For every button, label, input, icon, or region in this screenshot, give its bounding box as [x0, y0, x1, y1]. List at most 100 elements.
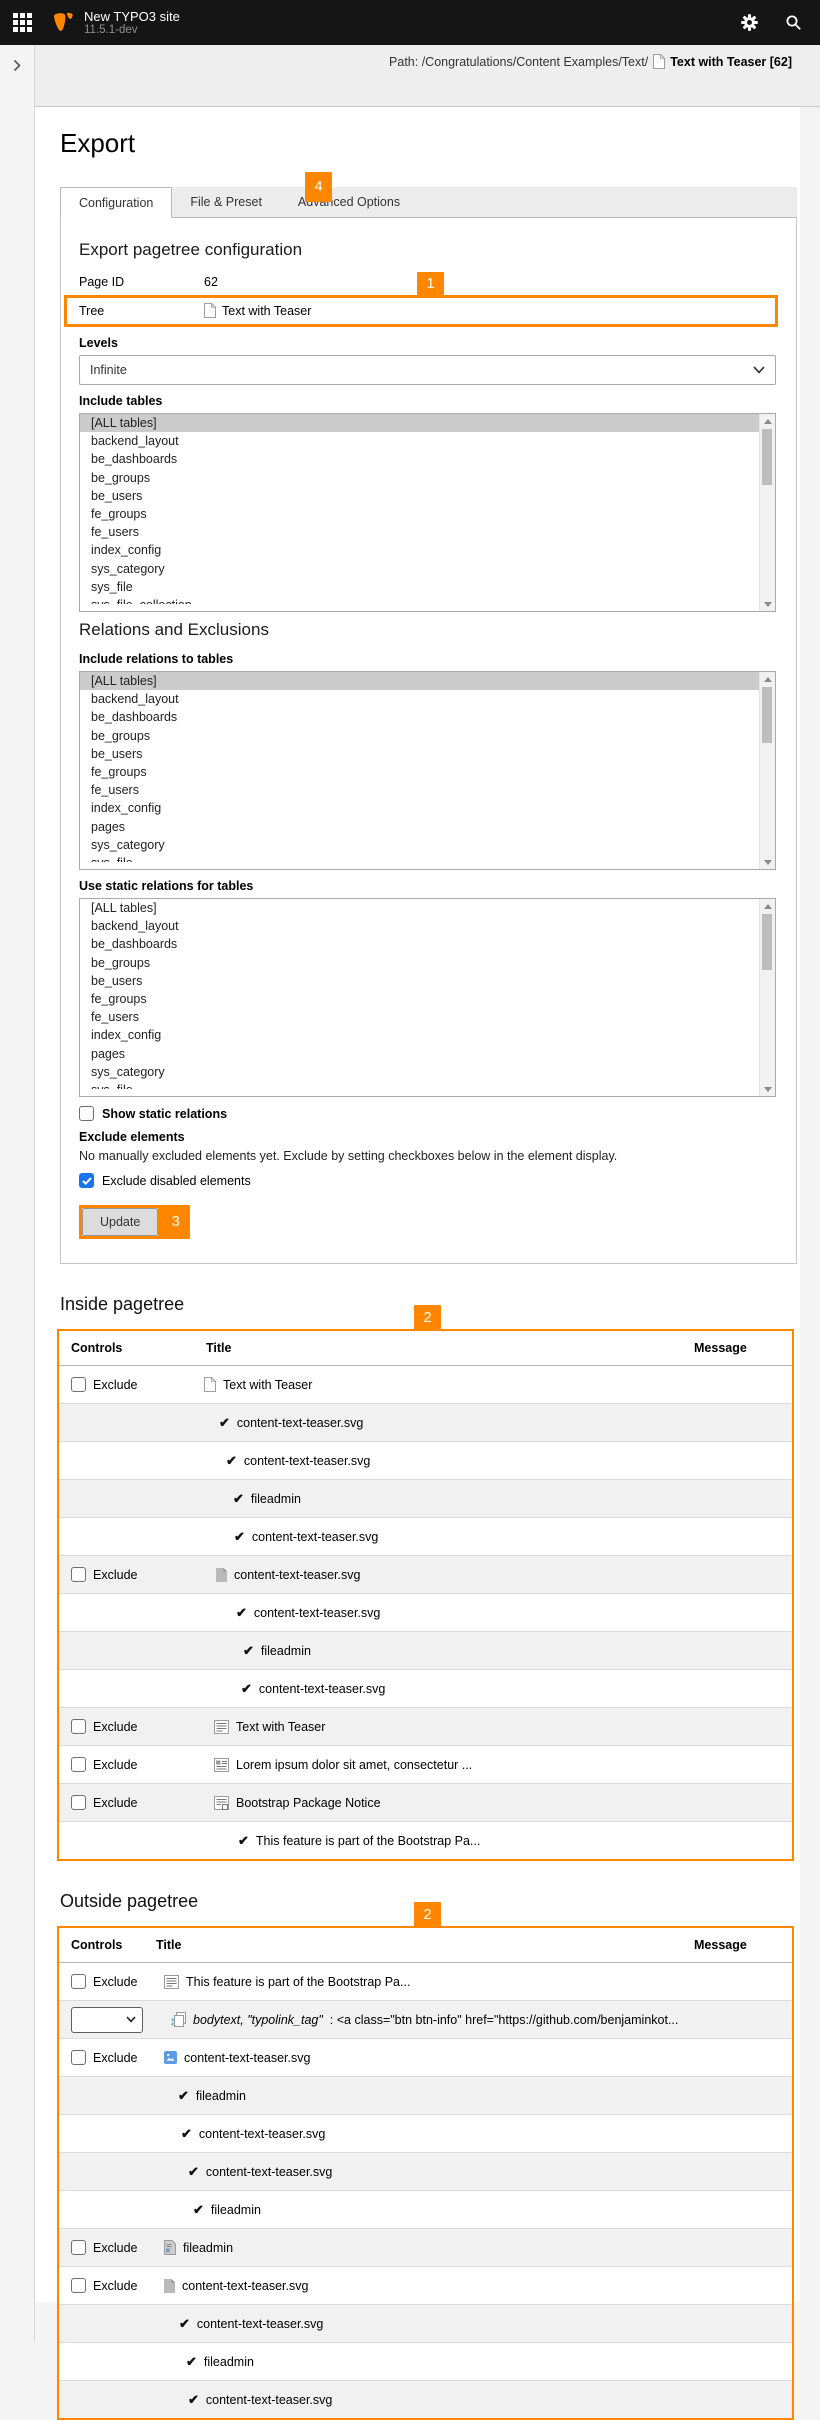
table-option[interactable]: backend_layout [80, 690, 760, 708]
check-icon: ✔ [236, 1605, 247, 1621]
include-tables-listbox[interactable]: [ALL tables]backend_layoutbe_dashboardsb… [79, 413, 776, 612]
table-option[interactable]: [ALL tables] [80, 672, 760, 690]
row-title-italic: bodytext, "typolink_tag" [193, 2013, 323, 2027]
row-title: ✔fileadmin [144, 2088, 682, 2104]
message-cell [682, 1366, 792, 1404]
tab-advanced-options[interactable]: Advanced Options [280, 187, 418, 217]
table-option[interactable]: fe_groups [80, 505, 760, 523]
table-option[interactable]: pages [80, 1045, 760, 1063]
table-option[interactable]: fe_groups [80, 763, 760, 781]
pagetree-collapse-rail[interactable] [0, 45, 35, 2342]
typo3-version: 11.5.1-dev [84, 24, 180, 37]
exclude-checkbox[interactable] [71, 2050, 86, 2065]
table-option[interactable]: sys_category [80, 1063, 760, 1081]
tab-file-preset[interactable]: File & Preset [172, 187, 280, 217]
exclude-label: Exclude [93, 1720, 137, 1734]
annotation-badge-1: 1 [417, 272, 444, 295]
message-cell [682, 1404, 792, 1442]
title-cell: ✔content-text-teaser.svg [194, 1594, 682, 1632]
table-option[interactable]: index_config [80, 541, 760, 559]
exclude-checkbox[interactable] [71, 1974, 86, 1989]
table-option[interactable]: sys_category [80, 560, 760, 578]
scrollbar-thumb[interactable] [762, 429, 772, 485]
exclude-checkbox[interactable] [71, 1719, 86, 1734]
title-cell: ✔content-text-teaser.svg [194, 1404, 682, 1442]
exclude-control: Exclude [59, 2050, 144, 2065]
table-option[interactable]: fe_users [80, 1008, 760, 1026]
vertical-scrollbar[interactable] [759, 899, 775, 1096]
scroll-down-arrow[interactable] [760, 1082, 775, 1096]
include-relations-listbox[interactable]: [ALL tables]backend_layoutbe_dashboardsb… [79, 671, 776, 870]
controls-cell: Exclude [59, 1708, 194, 1746]
update-button[interactable]: Update [82, 1208, 158, 1236]
table-option[interactable]: fe_users [80, 523, 760, 541]
table-option[interactable]: backend_layout [80, 432, 760, 450]
outside-pagetree-table: 2 ControlsTitleMessageExcludeThis featur… [57, 1926, 794, 2420]
table-option[interactable]: be_dashboards [80, 450, 760, 468]
scroll-down-arrow[interactable] [760, 855, 775, 869]
table-option[interactable]: be_groups [80, 727, 760, 745]
table-option[interactable]: be_groups [80, 954, 760, 972]
exclude-checkbox[interactable] [71, 1567, 86, 1582]
table-option[interactable]: be_dashboards [80, 708, 760, 726]
table-option[interactable]: sys_category [80, 836, 760, 854]
controls-cell [59, 2343, 144, 2381]
table-option[interactable]: be_users [80, 972, 760, 990]
ce-textpic-icon [214, 1758, 229, 1772]
scroll-up-arrow[interactable] [760, 672, 775, 686]
table-option[interactable]: be_users [80, 745, 760, 763]
message-cell [682, 1442, 792, 1480]
scroll-down-arrow[interactable] [760, 597, 775, 611]
vertical-scrollbar[interactable] [759, 414, 775, 611]
exclude-checkbox[interactable] [71, 1377, 86, 1392]
chevron-right-icon [13, 59, 21, 75]
search-button[interactable] [776, 0, 810, 45]
typo3-brand[interactable]: New TYPO3 site 11.5.1-dev [51, 9, 180, 37]
message-cell [682, 1480, 792, 1518]
title-header: Title [144, 1928, 682, 1963]
row-title: Bootstrap Package Notice [194, 1796, 682, 1810]
exclude-checkbox[interactable] [71, 2278, 86, 2293]
title-cell: ✔fileadmin [194, 1632, 682, 1670]
table-option[interactable]: sys_file [80, 578, 760, 596]
exclude-disabled-checkbox[interactable] [79, 1173, 94, 1188]
vertical-scrollbar[interactable] [759, 672, 775, 869]
exclude-checkbox[interactable] [71, 1795, 86, 1810]
table-row: ExcludeBootstrap Package Notice [59, 1784, 792, 1822]
table-option[interactable]: be_groups [80, 469, 760, 487]
scrollbar-thumb[interactable] [762, 687, 772, 743]
table-option[interactable]: backend_layout [80, 917, 760, 935]
scrollbar-thumb[interactable] [762, 914, 772, 970]
relation-action-select[interactable] [71, 2007, 143, 2033]
show-static-relations-checkbox[interactable] [79, 1106, 94, 1121]
message-cell [682, 2381, 792, 2419]
page-icon [653, 54, 665, 69]
table-option[interactable]: index_config [80, 1026, 760, 1044]
table-option[interactable]: fe_users [80, 781, 760, 799]
settings-button[interactable] [732, 0, 766, 45]
scroll-up-arrow[interactable] [760, 899, 775, 913]
message-cell [682, 1746, 792, 1784]
title-cell: content-text-teaser.svg [194, 1556, 682, 1594]
triangle-up-icon [764, 904, 772, 909]
controls-cell: Exclude [59, 2267, 144, 2305]
levels-select[interactable]: Infinite [79, 355, 776, 385]
table-option[interactable]: [ALL tables] [80, 414, 760, 432]
exclude-checkbox[interactable] [71, 1757, 86, 1772]
table-option[interactable]: be_dashboards [80, 935, 760, 953]
table-option[interactable]: index_config [80, 799, 760, 817]
static-relations-listbox[interactable]: [ALL tables]backend_layoutbe_dashboardsb… [79, 898, 776, 1097]
table-option[interactable]: [ALL tables] [80, 899, 760, 917]
scroll-up-arrow[interactable] [760, 414, 775, 428]
exclude-checkbox[interactable] [71, 2240, 86, 2255]
module-menu-button[interactable] [0, 0, 45, 45]
tab-configuration[interactable]: Configuration [60, 187, 172, 218]
row-title-text: fileadmin [261, 1644, 311, 1658]
table-option[interactable]: be_users [80, 487, 760, 505]
table-option[interactable]: pages [80, 818, 760, 836]
table-row: ✔fileadmin [59, 1480, 792, 1518]
row-title: ✔content-text-teaser.svg [144, 2392, 682, 2408]
row-title: Lorem ipsum dolor sit amet, consectetur … [194, 1758, 682, 1772]
annotation-badge-2: 2 [414, 1305, 441, 1331]
table-option[interactable]: fe_groups [80, 990, 760, 1008]
